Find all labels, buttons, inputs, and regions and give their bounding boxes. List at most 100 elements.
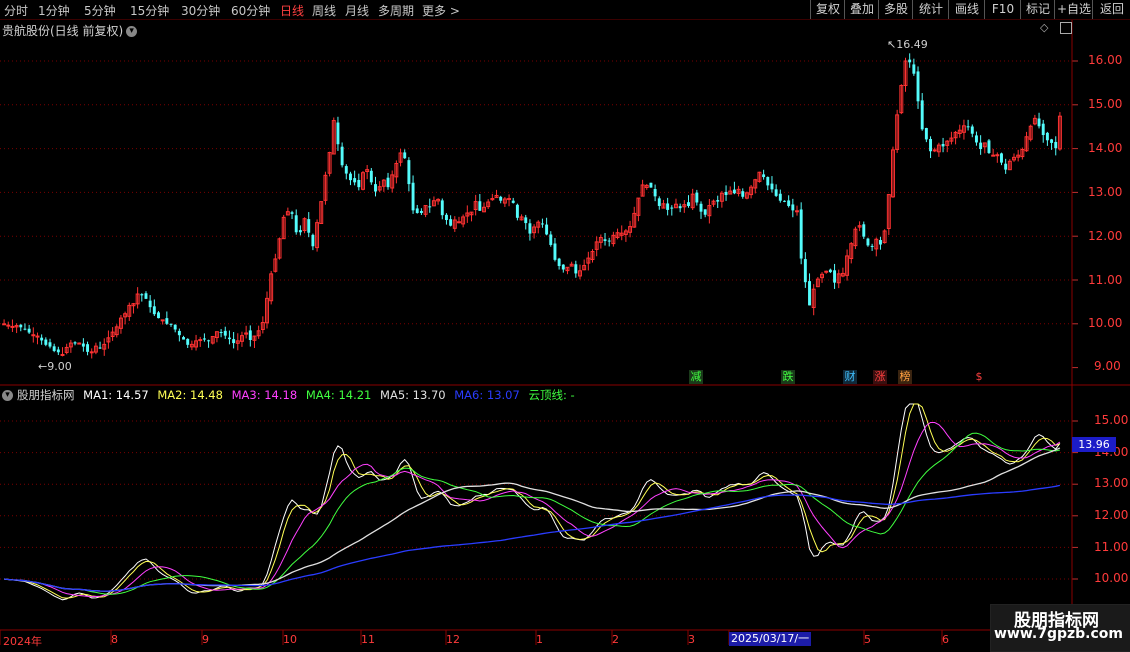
candle-body [1054,141,1058,149]
candle-body [511,200,515,203]
stock-title-text: 贵航股份(日线 前复权) [2,24,124,38]
candle-body [374,184,377,192]
candle-body [499,196,503,201]
candle-body [202,338,206,340]
candle-body [56,349,60,353]
candle-body [670,207,674,209]
candle-body [732,189,736,194]
candle-body [699,203,703,212]
candle-body [186,338,190,345]
candle-body [173,324,177,330]
candle-body [870,245,874,247]
candle-body [60,353,65,356]
candle-body [148,300,152,308]
cursor-date: 2025/03/17/一 [729,632,812,646]
candle-body [89,351,94,354]
candle-body [140,294,144,296]
candle-body [198,339,203,342]
watermark-url: www.7gpzb.com [994,626,1124,642]
candle-body [357,179,361,188]
candle-body [991,154,996,157]
candle-body [81,343,85,347]
candle-body [1000,153,1003,163]
window-toggle-icon[interactable] [1060,22,1072,34]
candle-body [27,328,31,333]
candle-body [1004,163,1008,170]
candle-body [653,189,657,197]
chevron-down-icon[interactable]: ▾ [126,26,138,37]
candle-body [607,240,611,242]
candle-body [40,337,44,341]
candle-body [157,312,160,319]
candle-body [929,138,933,152]
ma4-value: MA4: 14.21 [305,388,372,402]
price-label: 12.00 [1088,229,1123,243]
candle-body [415,208,419,213]
candle-body [545,224,549,235]
ma6-value: MA6: 13.07 [454,388,520,402]
price-label: 10.00 [1088,316,1123,330]
candle-body [298,230,302,233]
candle-body [866,238,870,246]
chevron-down-icon[interactable]: ▾ [2,390,13,401]
ma6-line [4,484,1061,592]
candle-body [862,224,866,237]
indicator-axis-label: 15.00 [1094,413,1129,427]
event-list[interactable]: 榜 [898,370,912,384]
candle-body [478,201,482,211]
candle-body [995,154,1000,157]
indicator-legend: ▾ 股朋指标网 MA1: 14.57 MA2: 14.48 MA3: 14.18 … [2,387,580,403]
price-label: 11.00 [1088,273,1123,287]
candle-body [349,173,352,181]
candle-body [979,142,983,150]
candle-body [227,337,231,340]
candle-body [449,219,453,226]
candle-body [987,140,991,153]
candlesticks [2,53,1062,359]
candle-body [770,183,774,190]
high-price-marker: ↖16.49 [887,38,928,51]
event-rise[interactable]: 涨 [873,370,887,384]
candle-body [369,170,373,183]
date-label: 2 [612,633,619,646]
candle-body [160,319,165,322]
candle-body [1045,132,1049,141]
candle-body [177,330,181,336]
candle-body [440,200,444,216]
candle-body [553,243,557,260]
indicator-name[interactable]: 股朋指标网 [17,388,75,402]
candle-body [44,339,48,345]
candle-body [419,210,423,213]
candle-body [970,126,974,134]
candle-body [803,259,807,283]
price-label: 14.00 [1088,141,1123,155]
diamond-icon[interactable]: ◇ [1040,21,1048,34]
candle-body [912,64,916,74]
candle-body [657,198,661,206]
candle-body [716,200,720,202]
current-value-badge: 13.96 [1072,437,1116,452]
event-finance[interactable]: 财 [843,370,857,384]
candle-body [916,71,920,102]
event-reduce[interactable]: 减 [689,370,703,384]
candle-body [678,206,682,209]
indicator-axis-label: 13.00 [1094,476,1129,490]
event-drop[interactable]: 跌 [781,370,795,384]
candle-body [386,177,390,188]
date-label: 3 [688,633,695,646]
event-dollar[interactable]: $ [972,370,986,384]
kline-chart[interactable] [0,0,1130,650]
stock-title[interactable]: 贵航股份(日线 前复权) ▾ [2,22,138,39]
candle-body [941,143,945,147]
candle-body [774,189,778,196]
price-label: 13.00 [1088,185,1123,199]
candle-body [294,215,298,233]
indicator-axis-label: 12.00 [1094,508,1129,522]
candle-body [687,202,690,206]
candle-body [515,204,519,218]
chart-frame [0,20,1130,631]
candle-body [799,209,803,259]
indicator-axis-label: 11.00 [1094,540,1129,554]
candle-body [182,337,185,340]
candle-body [411,182,415,211]
